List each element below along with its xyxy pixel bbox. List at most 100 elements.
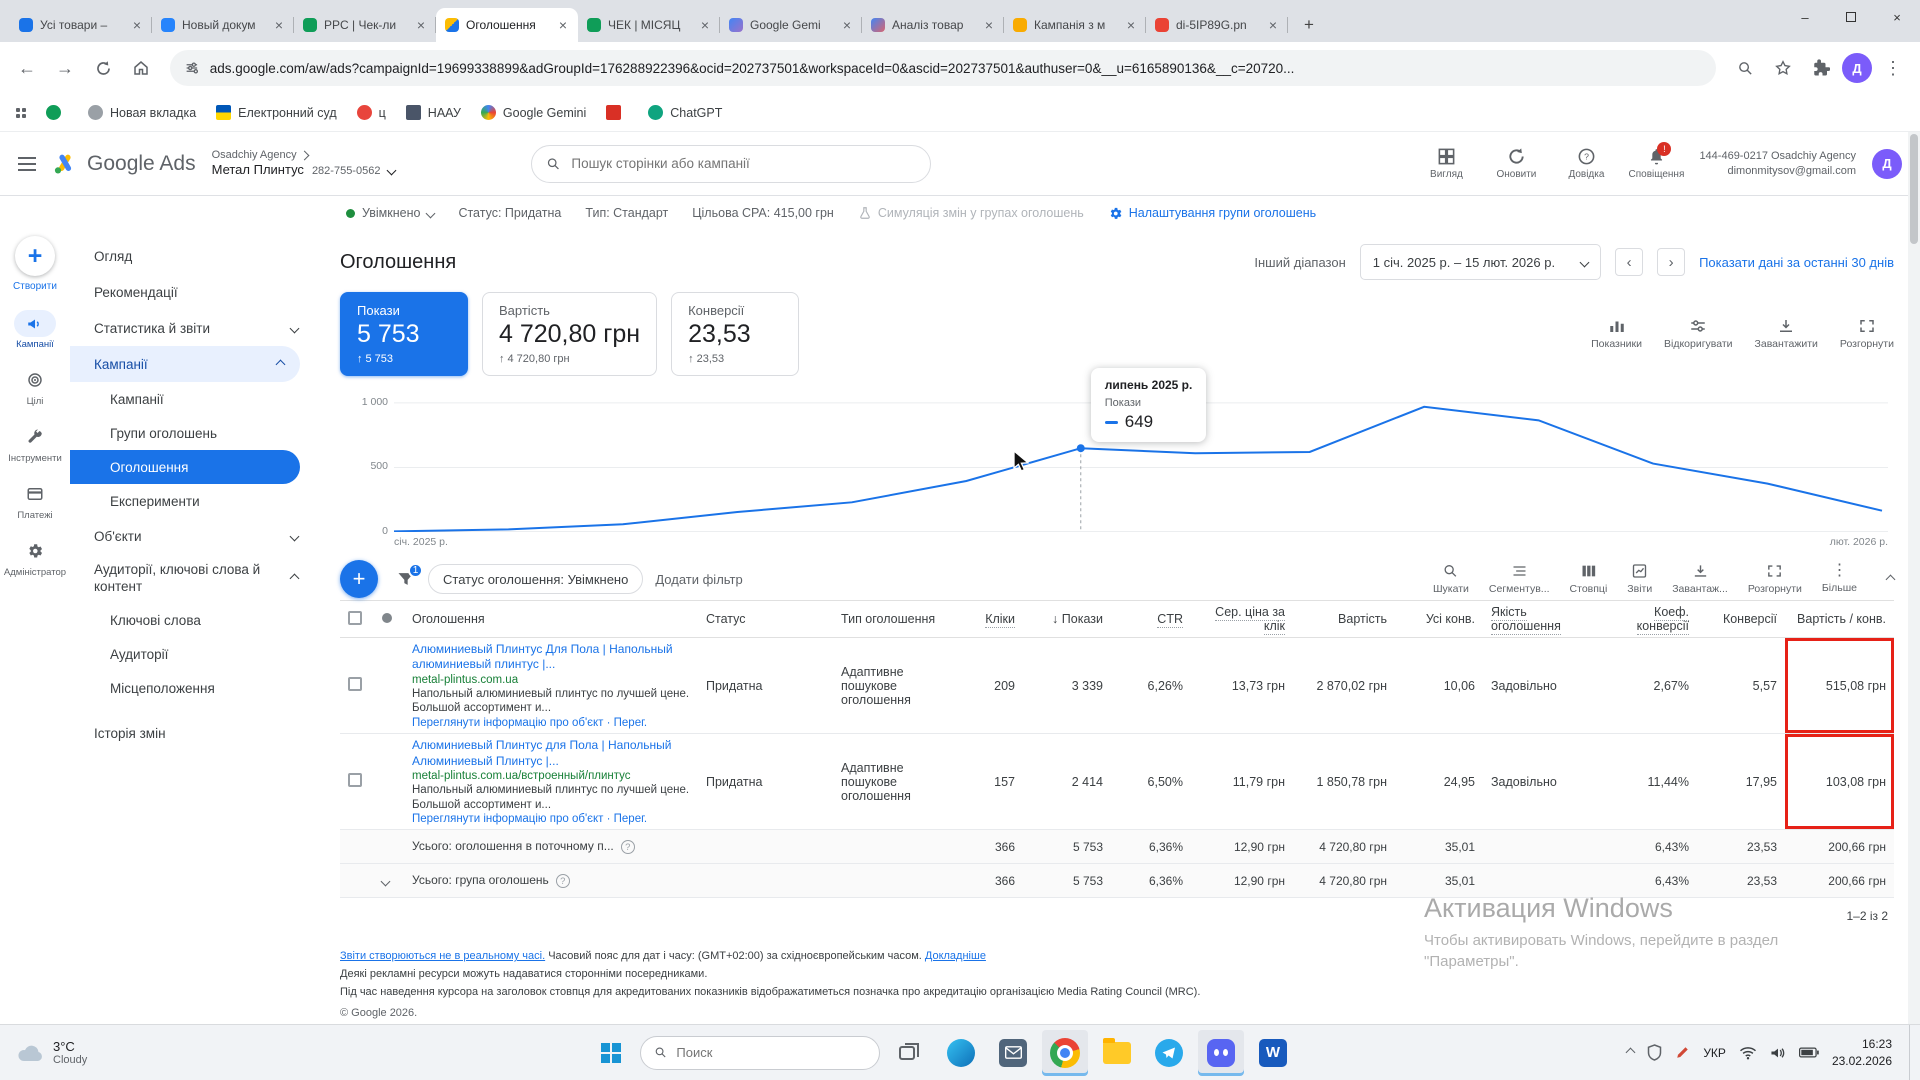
rail-item-admin[interactable]: Адміністратор — [0, 530, 70, 587]
rail-item-billing[interactable]: Платежі — [0, 473, 70, 530]
browser-profile-avatar[interactable]: Д — [1842, 53, 1872, 83]
tab-close-icon[interactable]: × — [699, 17, 711, 33]
extensions-icon[interactable] — [1804, 51, 1838, 85]
filter-button[interactable]: 1 — [396, 563, 423, 589]
download-chart-button[interactable]: Завантажити — [1755, 318, 1818, 350]
col-header-status[interactable]: Статус — [698, 608, 833, 630]
window-minimize-button[interactable]: – — [1782, 0, 1828, 34]
nav-item-recommendations[interactable]: Рекомендації — [70, 274, 314, 310]
taskbar-search-input[interactable] — [676, 1045, 866, 1060]
taskbar-chrome[interactable] — [1042, 1029, 1088, 1076]
metrics-button[interactable]: Показники — [1591, 318, 1642, 350]
tray-expand-icon[interactable] — [1625, 1047, 1636, 1058]
taskbar-mail[interactable] — [990, 1030, 1036, 1076]
wifi-icon[interactable] — [1739, 1046, 1757, 1060]
home-icon[interactable] — [124, 51, 158, 85]
zoom-icon[interactable] — [1728, 51, 1762, 85]
help-circle-icon[interactable]: ? — [555, 874, 570, 889]
row-checkbox[interactable] — [348, 773, 362, 788]
expand-chart-button[interactable]: Розгорнути — [1840, 318, 1894, 350]
col-header-cost[interactable]: Вартість — [1293, 608, 1395, 630]
table-search-button[interactable]: Шукати — [1433, 563, 1469, 595]
pen-icon[interactable] — [1675, 1045, 1690, 1060]
site-settings-icon[interactable] — [184, 60, 200, 76]
chart-plot[interactable]: липень 2025 р. Покази 649 — [394, 368, 1888, 532]
date-prev-button[interactable]: ‹ — [1615, 248, 1644, 276]
apps-grid-icon[interactable] — [16, 107, 26, 118]
browser-tab[interactable]: ЧЕК | МІСЯЦ × — [578, 8, 720, 42]
browser-scrollbar[interactable] — [1908, 132, 1920, 1024]
ad-title-link[interactable]: Алюминиевый Плинтус для Пола | Напольный… — [412, 738, 690, 769]
taskbar-search[interactable] — [640, 1035, 880, 1070]
table-download-button[interactable]: Завантаж... — [1672, 563, 1728, 595]
nav-item-keywords[interactable]: Ключові слова — [70, 604, 314, 638]
adjust-button[interactable]: Відкоригувати — [1664, 318, 1733, 350]
task-view-button[interactable] — [886, 1030, 932, 1076]
nav-item-assets[interactable]: Об'єкти — [70, 518, 314, 554]
browser-tab[interactable]: Кампанія з м × — [1004, 8, 1146, 42]
taskbar-word[interactable]: W — [1250, 1030, 1296, 1076]
nav-section-campaigns[interactable]: Кампанії — [70, 346, 300, 382]
rail-item-goals[interactable]: Цілі — [0, 359, 70, 416]
nav-item-locations[interactable]: Місцеположення — [70, 672, 314, 706]
bookmark-item[interactable]: Google Gemini — [480, 105, 586, 120]
browser-menu-icon[interactable]: ⋮ — [1876, 51, 1910, 85]
help-button[interactable]: ? Довідка — [1559, 147, 1613, 180]
browser-tab[interactable]: Google Gemi × — [720, 8, 862, 42]
show-last-30-days-link[interactable]: Показати дані за останні 30 днів — [1699, 255, 1894, 270]
bookmark-item[interactable]: ц — [356, 105, 386, 120]
bookmark-item[interactable]: ChatGPT — [648, 105, 722, 120]
bookmark-item[interactable] — [606, 105, 628, 120]
tab-close-icon[interactable]: × — [841, 17, 853, 33]
taskbar-weather-widget[interactable]: 3°C Cloudy — [0, 1025, 103, 1080]
forward-icon[interactable]: → — [48, 51, 82, 85]
reload-icon[interactable] — [86, 51, 120, 85]
nav-item-audiences[interactable]: Аудиторії — [70, 638, 314, 672]
taskbar-telegram[interactable] — [1146, 1030, 1192, 1076]
learn-more-link[interactable]: Докладніше — [925, 950, 986, 962]
rail-item-campaigns[interactable]: Кампанії — [0, 302, 70, 359]
col-header-ad-quality[interactable]: Якість оголошення — [1483, 601, 1595, 637]
col-header-type[interactable]: Тип оголошення — [833, 608, 951, 630]
reports-button[interactable]: Звіти — [1627, 563, 1652, 595]
browser-tab[interactable]: PPC | Чек-ли × — [294, 8, 436, 42]
url-input[interactable] — [209, 60, 1702, 76]
tab-close-icon[interactable]: × — [415, 17, 427, 33]
address-bar[interactable] — [170, 50, 1716, 86]
account-breadcrumb[interactable]: Osadchiy Agency Метал Плинтус 282-755-05… — [212, 148, 397, 179]
bookmark-item[interactable] — [46, 105, 68, 120]
ad-title-link[interactable]: Алюминиевый Плинтус Для Пола | Напольный… — [412, 642, 690, 673]
table-more-button[interactable]: ⋮ Більше — [1822, 563, 1857, 595]
date-next-button[interactable]: › — [1657, 248, 1686, 276]
col-header-all-conv[interactable]: Усі конв. — [1395, 608, 1483, 630]
scrollbar-thumb[interactable] — [1910, 134, 1918, 244]
browser-tab[interactable]: di-5IP89G.pn × — [1146, 8, 1288, 42]
col-header-ad[interactable]: Оголошення — [404, 608, 698, 630]
show-desktop-button[interactable] — [1909, 1025, 1914, 1080]
browser-tab-active[interactable]: Оголошення × — [436, 8, 578, 42]
taskbar-discord[interactable] — [1198, 1029, 1244, 1076]
select-all-checkbox[interactable] — [348, 610, 362, 625]
start-button[interactable] — [588, 1030, 634, 1076]
ad-view-assets-link[interactable]: Переглянути інформацію про об'єкт · Пере… — [412, 813, 690, 825]
nav-item-ad-groups[interactable]: Групи оголошень — [70, 416, 314, 450]
add-ad-button[interactable]: + — [340, 560, 378, 598]
metric-card-impressions[interactable]: Покази 5 753 ↑ 5 753 — [340, 292, 468, 376]
pagination[interactable]: 1–2 із 2 — [340, 898, 1894, 934]
cell-ad[interactable]: Алюминиевый Плинтус Для Пола | Напольный… — [404, 638, 698, 733]
col-header-conversions[interactable]: Конверсії — [1697, 608, 1785, 630]
nav-item-experiments[interactable]: Експерименти — [70, 484, 314, 518]
taskbar-file-explorer[interactable] — [1094, 1030, 1140, 1076]
collapse-table-icon[interactable] — [1885, 574, 1896, 584]
table-row[interactable]: Алюминиевый Плинтус Для Пола | Напольный… — [340, 638, 1894, 735]
nav-item-change-history[interactable]: Історія змін — [70, 716, 314, 752]
shield-icon[interactable] — [1647, 1044, 1662, 1061]
nav-item-ads-selected[interactable]: Оголошення — [70, 450, 300, 484]
col-header-conv-rate[interactable]: Коеф. конверсії — [1595, 601, 1697, 637]
tab-close-icon[interactable]: × — [557, 17, 569, 33]
enabled-status[interactable]: Увімкнено — [346, 206, 436, 220]
browser-tab[interactable]: Усі товари – × — [10, 8, 152, 42]
tab-close-icon[interactable]: × — [273, 17, 285, 33]
col-header-cost-per-conv[interactable]: Вартість / конв. — [1785, 608, 1894, 630]
ad-group-settings-link[interactable]: Налаштування групи оголошень — [1108, 206, 1316, 221]
